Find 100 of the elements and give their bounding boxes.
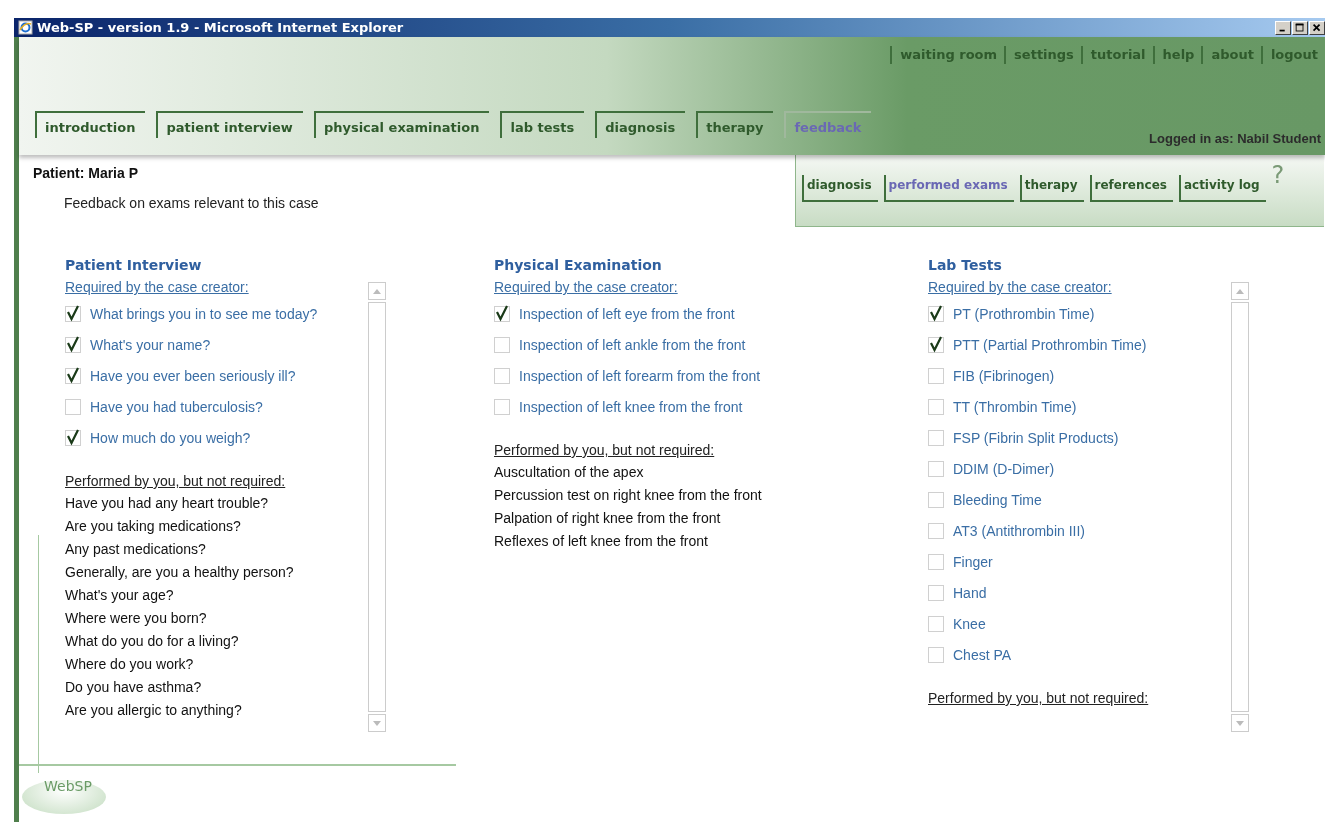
performed-item: Are you taking medications?	[65, 517, 242, 536]
checkbox[interactable]	[928, 584, 945, 601]
exam-label: Have you had tuberculosis?	[90, 398, 263, 415]
nav-link[interactable]: waiting room	[890, 46, 1005, 64]
required-heading: Required by the case creator:	[65, 279, 250, 295]
exam-label: AT3 (Antithrombin III)	[953, 522, 1085, 539]
exam-label: FSP (Fibrin Split Products)	[953, 429, 1119, 446]
checkbox[interactable]	[928, 367, 945, 384]
scrollbar-track[interactable]	[368, 302, 386, 712]
nav-tab[interactable]: introduction	[35, 111, 146, 138]
nav-tab[interactable]: physical examination	[313, 111, 490, 138]
scroll-down-button[interactable]	[368, 714, 386, 732]
exam-label: Finger	[953, 553, 993, 570]
checkbox[interactable]	[494, 367, 511, 384]
exam-label: PTT (Partial Prothrombin Time)	[953, 336, 1147, 353]
exam-label: TT (Thrombin Time)	[953, 398, 1077, 415]
performed-item: Do you have asthma?	[65, 678, 203, 697]
checkbox[interactable]	[65, 336, 82, 353]
exam-label: Have you ever been seriously ill?	[90, 367, 296, 384]
scroll-up-button[interactable]	[368, 282, 386, 300]
up-arrow-icon	[373, 288, 381, 294]
performed-heading: Performed by you, but not required:	[928, 690, 1150, 706]
maximize-icon[interactable]	[1292, 20, 1308, 35]
section-title: Patient Interview	[65, 257, 203, 273]
sub-tab[interactable]: performed exams	[883, 175, 1014, 202]
checkbox[interactable]	[928, 491, 945, 508]
exam-label: How much do you weigh?	[90, 429, 251, 446]
checkbox[interactable]	[494, 336, 511, 353]
exam-label: Inspection of left ankle from the front	[519, 336, 746, 353]
checkbox[interactable]	[928, 336, 945, 353]
performed-item: Have you had any heart trouble?	[65, 494, 270, 513]
browser-logo-icon	[18, 20, 33, 35]
exam-label: What brings you in to see me today?	[90, 305, 318, 322]
performed-item: Auscultation of the apex	[494, 463, 645, 482]
performed-item: Percussion test on right knee from the front	[494, 486, 763, 505]
exam-label: Knee	[953, 615, 986, 632]
checkbox[interactable]	[928, 646, 945, 663]
nav-tab[interactable]: patient interview	[156, 111, 303, 138]
page-subtitle: Feedback on exams relevant to this case	[64, 195, 320, 211]
required-heading: Required by the case creator:	[494, 279, 679, 295]
nav-tab[interactable]: diagnosis	[595, 111, 686, 138]
nav-link[interactable]: tutorial	[1080, 46, 1153, 64]
down-arrow-icon	[373, 720, 381, 726]
checkbox[interactable]	[928, 429, 945, 446]
nav-link[interactable]: about	[1201, 46, 1261, 64]
performed-item: Are you allergic to anything?	[65, 701, 243, 720]
checkbox[interactable]	[65, 367, 82, 384]
minimize-icon[interactable]	[1275, 20, 1291, 35]
performed-item: What do you do for a living?	[65, 632, 240, 651]
performed-item: Any past medications?	[65, 540, 207, 559]
exam-label: Inspection of left forearm from the front	[519, 367, 761, 384]
help-link[interactable]: ?	[1271, 161, 1285, 189]
checkbox[interactable]	[928, 305, 945, 322]
exam-label: Inspection of left knee from the front	[519, 398, 743, 415]
nav-link[interactable]: help	[1152, 46, 1202, 64]
close-icon[interactable]	[1309, 20, 1325, 35]
section-title: Lab Tests	[928, 257, 1003, 273]
checkbox[interactable]	[65, 305, 82, 322]
sub-tab[interactable]: activity log	[1178, 175, 1266, 202]
up-arrow-icon	[1236, 288, 1244, 294]
checkbox[interactable]	[494, 398, 511, 415]
logged-in-user: Logged in as: Nabil Student	[1149, 131, 1321, 146]
checkbox[interactable]	[928, 522, 945, 539]
checkbox[interactable]	[928, 398, 945, 415]
checkbox[interactable]	[494, 305, 511, 322]
checkbox[interactable]	[928, 460, 945, 477]
section-title: Physical Examination	[494, 257, 663, 273]
exam-label: Inspection of left eye from the front	[519, 305, 735, 322]
checkbox[interactable]	[928, 553, 945, 570]
sub-tab[interactable]: diagnosis	[802, 175, 878, 202]
sub-tab[interactable]: references	[1089, 175, 1173, 202]
scrollbar-track[interactable]	[1231, 302, 1249, 712]
exam-label: DDIM (D-Dimer)	[953, 460, 1055, 477]
nav-tab[interactable]: therapy	[696, 111, 774, 138]
required-heading: Required by the case creator:	[928, 279, 1113, 295]
checkbox[interactable]	[65, 429, 82, 446]
performed-item: Where were you born?	[65, 609, 208, 628]
exam-label: Hand	[953, 584, 987, 601]
performed-item: What's your age?	[65, 586, 175, 605]
exam-label: What's your name?	[90, 336, 211, 353]
down-arrow-icon	[1236, 720, 1244, 726]
nav-tab[interactable]: lab tests	[500, 111, 585, 138]
nav-link[interactable]: settings	[1004, 46, 1081, 64]
exam-label: FIB (Fibrinogen)	[953, 367, 1055, 384]
exam-label: Chest PA	[953, 646, 1012, 663]
app-logo: WebSP	[22, 780, 106, 814]
patient-name: Patient: Maria P	[33, 165, 140, 181]
window-title: Web-SP - version 1.9 - Microsoft Internet Explorer	[37, 20, 404, 35]
checkbox[interactable]	[928, 615, 945, 632]
scroll-up-button[interactable]	[1231, 282, 1249, 300]
performed-heading: Performed by you, but not required:	[494, 442, 716, 458]
performed-item: Generally, are you a healthy person?	[65, 563, 295, 582]
exam-label: PT (Prothrombin Time)	[953, 305, 1095, 322]
exam-label: Bleeding Time	[953, 491, 1042, 508]
performed-heading: Performed by you, but not required:	[65, 473, 287, 489]
performed-item: Palpation of right knee from the front	[494, 509, 722, 528]
nav-link[interactable]: logout	[1260, 46, 1325, 64]
scroll-down-button[interactable]	[1231, 714, 1249, 732]
checkbox[interactable]	[65, 398, 82, 415]
sub-tab[interactable]: therapy	[1019, 175, 1084, 202]
